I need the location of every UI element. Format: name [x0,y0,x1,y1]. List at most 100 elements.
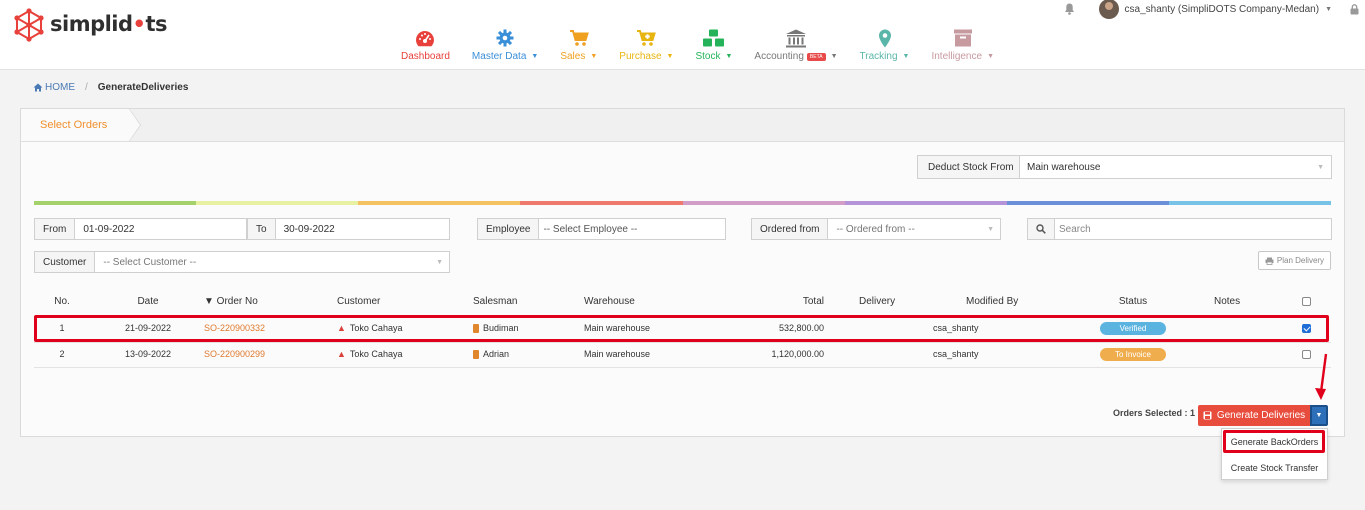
color-divider [34,201,1331,205]
nav-intelligence[interactable]: Intelligence ▼ [920,28,1005,68]
chevron-down-icon: ▼ [1315,412,1323,419]
date-from-input[interactable]: 01-09-2022 [75,219,134,239]
avatar[interactable] [1098,0,1119,19]
date-from-label: From [35,219,76,239]
row-warehouse: Main warehouse [584,349,651,359]
nav-tracking[interactable]: Tracking ▼ [849,28,921,68]
menu-create-stock-transfer[interactable]: Create Stock Transfer [1222,455,1327,481]
map-pin-icon [878,29,891,47]
print-icon [1265,257,1274,265]
save-icon [1203,411,1212,420]
nav-intelligence-label: Intelligence [931,51,983,62]
nav-purchase[interactable]: Purchase ▼ [608,28,684,68]
generate-deliveries-label: Generate Deliveries [1216,410,1306,421]
bank-icon [785,29,806,47]
employee-select[interactable]: -- Select Employee -- [539,219,637,239]
row-divider [34,367,1331,368]
breadcrumb: HOME / GenerateDeliveries [33,82,188,93]
col-warehouse[interactable]: Warehouse [584,291,635,311]
warning-icon: ▲ [337,349,346,359]
chevron-down-icon: ▼ [590,53,598,60]
row-date: 13-09-2022 [124,349,172,359]
nav-stock[interactable]: Stock ▼ [684,28,743,68]
nav-purchase-label: Purchase [619,51,662,62]
chevron-down-icon: ▼ [436,258,443,266]
breadcrumb-separator: / [85,82,88,93]
col-total[interactable]: Total [734,291,824,311]
lock-icon[interactable] [1350,3,1359,15]
row-salesman: Adrian [473,341,509,367]
date-to-input[interactable]: 30-09-2022 [276,219,335,239]
brand-logo[interactable]: simplid•ts [12,8,168,42]
ordered-from-select[interactable]: -- Ordered from -- ▼ [828,219,1000,239]
main-nav: Dashboard Master Data ▼ Sales ▼ Purchase ▼ … [390,28,1005,68]
generate-options-toggle[interactable]: ▼ [1310,405,1328,426]
brand-name: simplid•ts [50,12,168,36]
table-row[interactable]: 2 13-09-2022 SO-220900299 ▲ Toko Cahaya A… [34,341,1331,367]
col-no: No. [54,295,70,307]
col-status[interactable]: Status [1100,291,1166,311]
gear-icon [496,29,514,47]
chevron-down-icon: ▼ [1317,163,1324,171]
col-customer[interactable]: Customer [337,291,380,311]
customer-select[interactable]: -- Select Customer -- ▼ [95,252,449,272]
chevron-down-icon: ▼ [725,53,733,60]
deduct-stock-text: Main warehouse [1027,161,1101,173]
plan-delivery-label: Plan Delivery [1276,256,1325,265]
chevron-down-icon: ▼ [902,53,910,60]
nav-stock-label: Stock [695,51,721,62]
select-all-checkbox-cell [1302,291,1311,311]
generate-deliveries-button[interactable]: Generate Deliveries [1198,405,1310,426]
top-bar: simplid•ts csa_shanty (SimpliDOTS Compan… [0,0,1365,70]
row-total: 1,120,000.00 [771,349,824,359]
row-status: To Invoice [1100,341,1166,367]
select-orders-panel: Select Orders Deduct Stock From Main war… [20,108,1345,437]
col-date[interactable]: Date [114,291,182,311]
bell-icon[interactable] [1064,3,1075,15]
deduct-stock-label: Deduct Stock From [918,156,1020,178]
chevron-down-icon: ▼ [987,225,994,233]
user-name[interactable]: csa_shanty (SimpliDOTS Company-Medan) [1125,4,1320,15]
nav-accounting[interactable]: Accounting BETA ▼ [743,28,848,68]
col-order-no[interactable]: ▼ Order No [204,291,258,311]
breadcrumb-current: GenerateDeliveries [97,82,189,93]
customer-label: Customer [35,252,96,272]
nav-sales-label: Sales [560,51,586,62]
col-notes: Notes [1214,295,1241,307]
nav-master-data-label: Master Data [471,51,527,62]
search-placeholder: Search [1059,223,1091,235]
date-to-group: To 30-09-2022 [247,218,450,240]
deduct-stock-select[interactable]: Deduct Stock From Main warehouse ▼ [917,155,1332,179]
status-badge: To Invoice [1100,347,1166,361]
ordered-from-group: Ordered from -- Ordered from -- ▼ [751,218,1001,240]
row-no: 2 [59,349,65,359]
salesman-icon [473,349,479,359]
chevron-down-icon: ▼ [531,53,539,60]
breadcrumb-home[interactable]: HOME [33,82,75,93]
ordered-from-placeholder: -- Ordered from -- [836,223,915,235]
nav-dashboard[interactable]: Dashboard [390,28,461,68]
search-input[interactable]: Search [1055,219,1091,239]
select-all-checkbox[interactable] [1302,296,1311,306]
plan-delivery-button[interactable]: Plan Delivery [1258,251,1331,270]
nav-accounting-label: Accounting [754,51,804,62]
user-area: csa_shanty (SimpliDOTS Company-Medan) ▼ [1064,0,1359,19]
date-to-label: To [248,219,276,239]
row-customer-name: Toko Cahaya [349,349,403,359]
col-salesman[interactable]: Salesman [473,291,517,311]
col-modified-by[interactable]: Modified By [966,291,1018,311]
employee-label: Employee [478,219,540,239]
panel-header: Select Orders [21,108,1344,142]
row-salesman-name: Adrian [483,349,510,359]
col-delivery[interactable]: Delivery [859,291,895,311]
nav-sales[interactable]: Sales ▼ [549,28,608,68]
deduct-stock-value[interactable]: Main warehouse ▼ [1020,156,1331,178]
logo-icon [14,8,44,42]
arrow-annotation-icon [1315,353,1328,400]
chevron-down-icon[interactable]: ▼ [1325,6,1332,13]
nav-master-data[interactable]: Master Data ▼ [461,28,549,68]
date-from-group: From 01-09-2022 [34,218,247,240]
tab-select-orders[interactable]: Select Orders [21,108,141,142]
row-order-link[interactable]: SO-220900299 [204,341,265,367]
cubes-icon [702,29,724,46]
